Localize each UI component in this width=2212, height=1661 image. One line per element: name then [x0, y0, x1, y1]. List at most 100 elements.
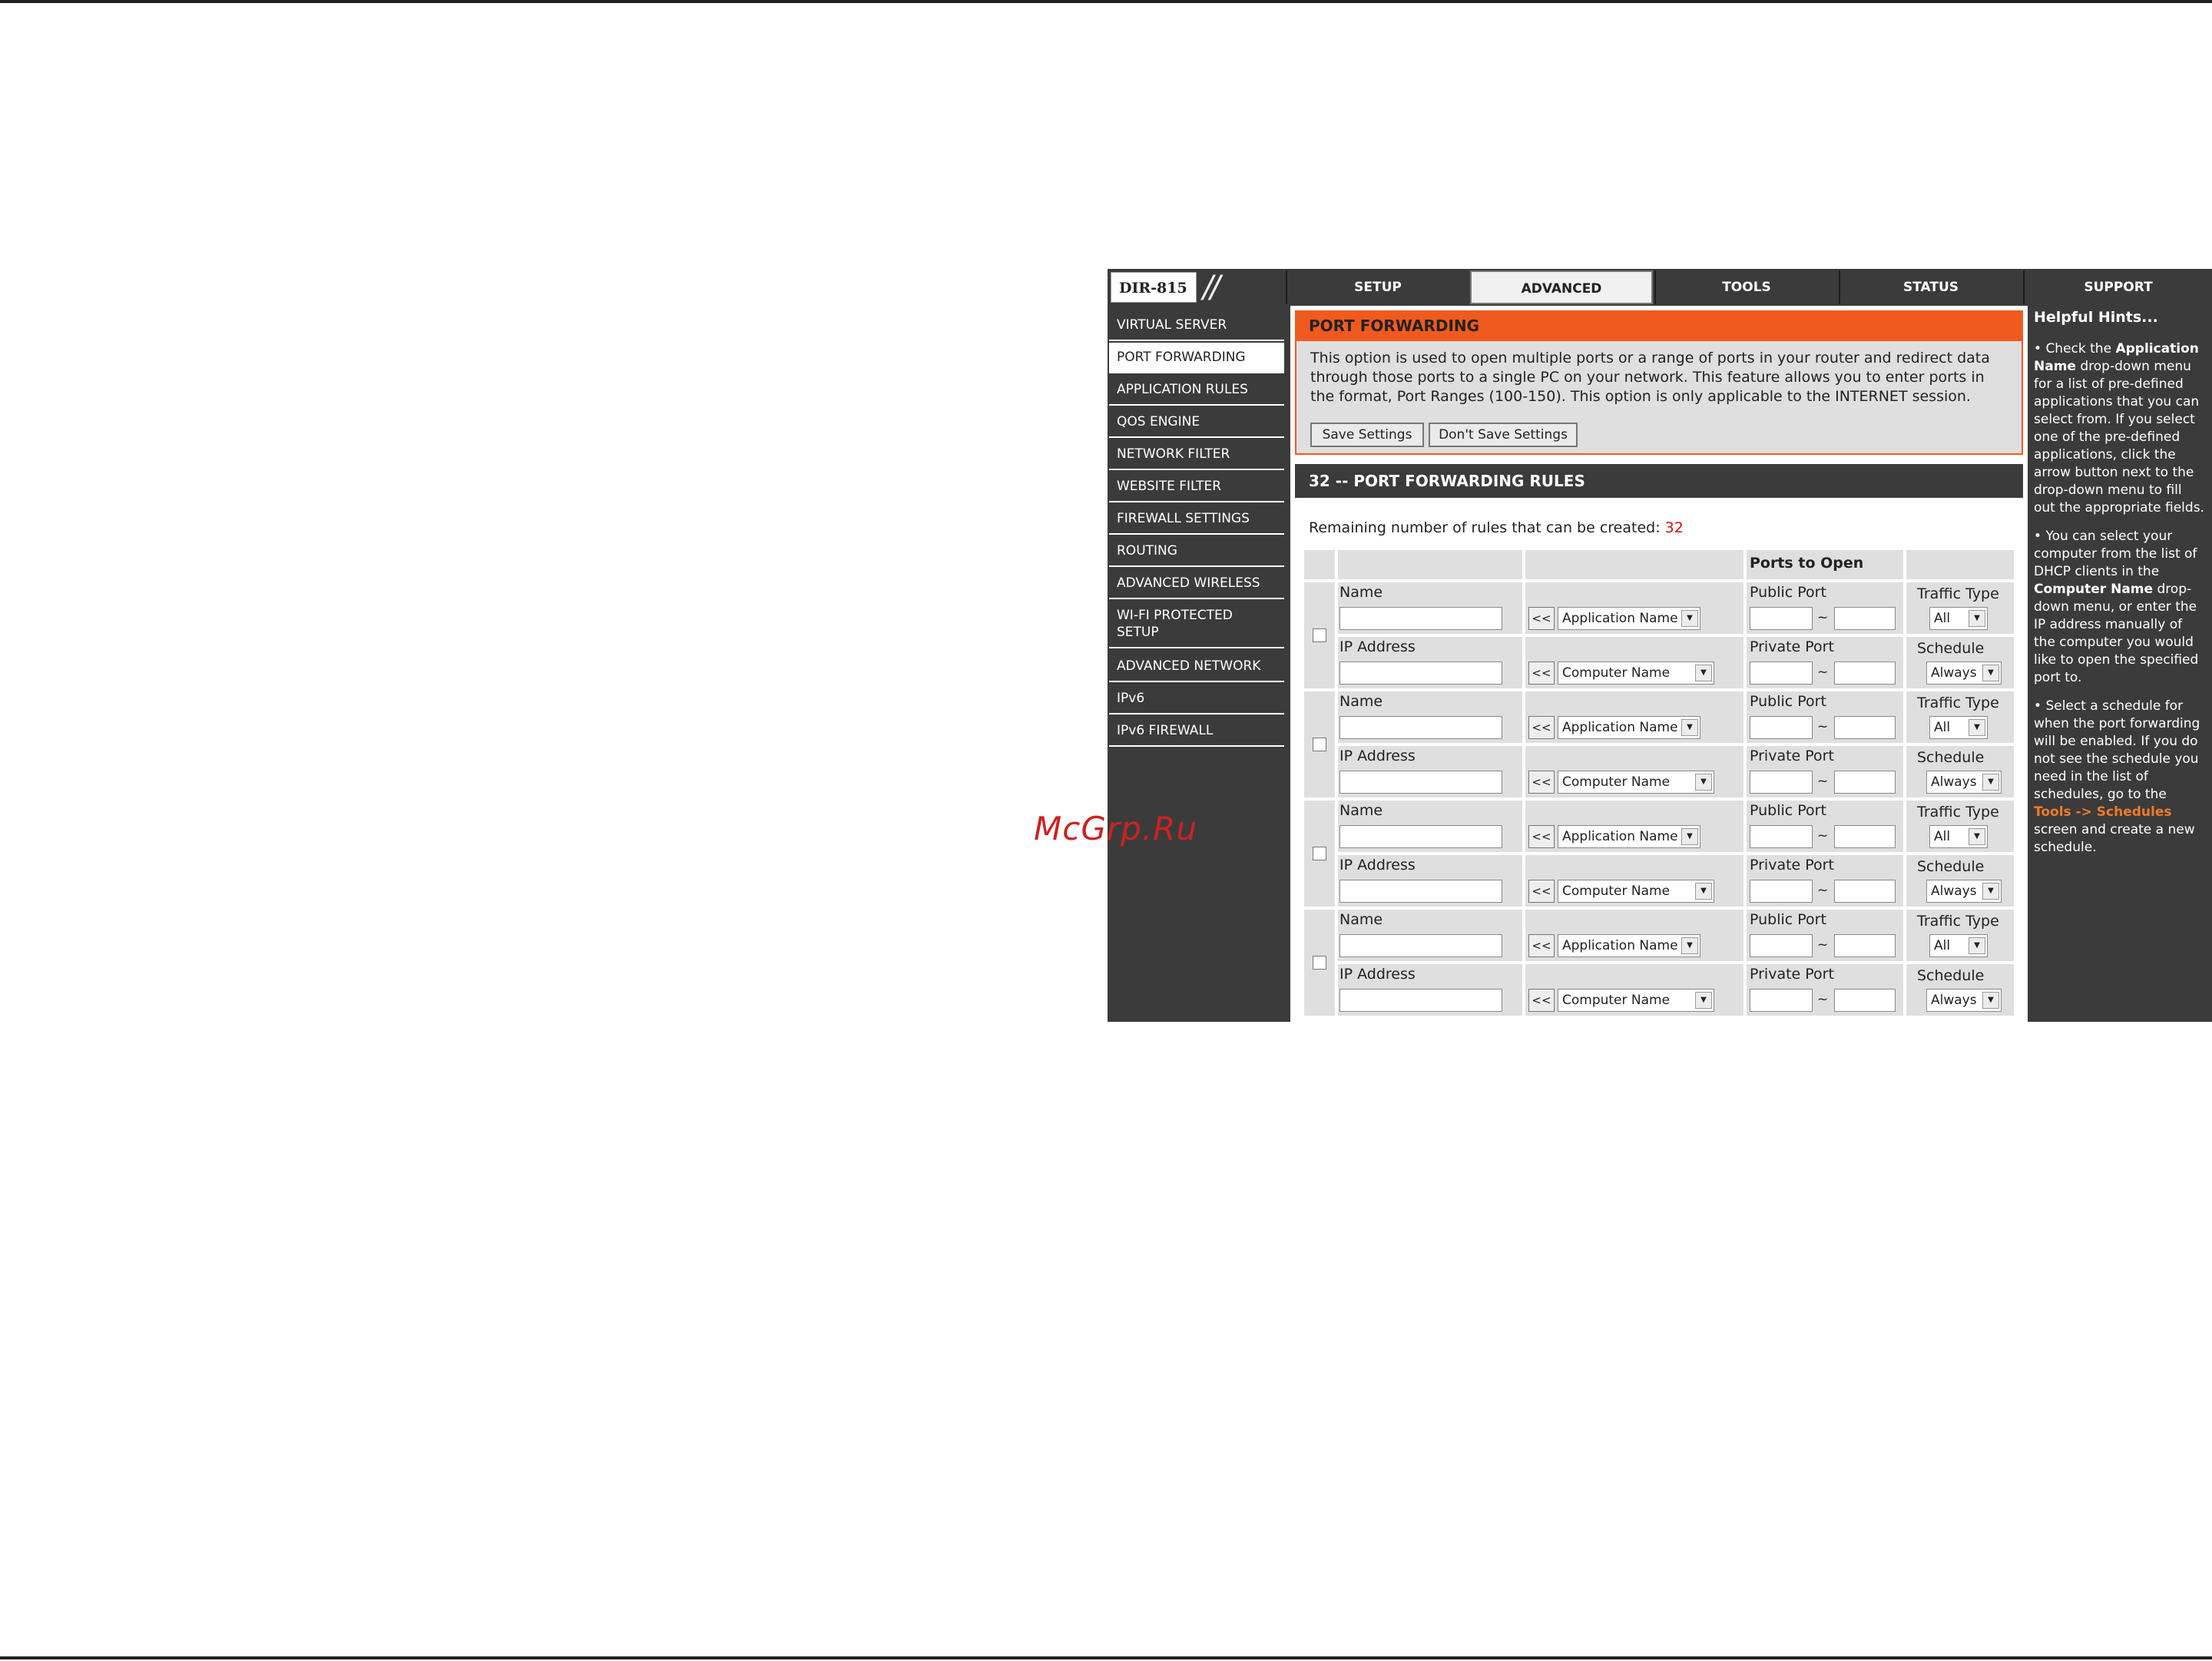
- computer-name-select[interactable]: Computer Name ▼: [1558, 880, 1714, 903]
- application-name-select-value: Application Name: [1562, 938, 1678, 953]
- computer-name-select[interactable]: Computer Name ▼: [1558, 661, 1714, 685]
- name-input[interactable]: [1339, 607, 1502, 630]
- bottom-rule: [0, 1656, 2212, 1659]
- fill-application-button[interactable]: <<: [1528, 825, 1555, 848]
- name-input[interactable]: [1339, 716, 1502, 739]
- private-port-start-input[interactable]: [1750, 661, 1813, 685]
- private-port-label: Private Port: [1750, 638, 1834, 655]
- router-admin-window: DIR-815 // SETUP ADVANCED TOOLS STATUS S…: [1108, 269, 2212, 1022]
- sidebar-item-firewall-settings[interactable]: FIREWALL SETTINGS: [1109, 504, 1284, 535]
- logo-slashes: //: [1203, 270, 1220, 305]
- public-port-start-input[interactable]: [1750, 607, 1813, 630]
- sidebar-item-ipv6-firewall[interactable]: IPv6 FIREWALL: [1109, 716, 1284, 747]
- private-port-end-input[interactable]: [1834, 771, 1896, 794]
- schedule-select[interactable]: Always ▼: [1926, 880, 2002, 903]
- sidebar-item-qos-engine[interactable]: QOS ENGINE: [1109, 407, 1284, 438]
- sidebar-item-routing[interactable]: ROUTING: [1109, 536, 1284, 567]
- private-port-end-input[interactable]: [1834, 989, 1896, 1012]
- sidebar-item-application-rules[interactable]: APPLICATION RULES: [1109, 375, 1284, 406]
- rule-enable-checkbox[interactable]: [1313, 956, 1326, 970]
- tab-tools[interactable]: TOOLS: [1654, 270, 1837, 304]
- public-port-start-input[interactable]: [1750, 825, 1813, 848]
- private-port-end-input[interactable]: [1834, 661, 1896, 685]
- ip-address-input[interactable]: [1339, 989, 1502, 1012]
- tab-status[interactable]: STATUS: [1839, 270, 2022, 304]
- fill-application-button[interactable]: <<: [1528, 934, 1555, 957]
- tools-schedules-link[interactable]: Tools -> Schedules: [2034, 804, 2171, 820]
- application-name-select[interactable]: Application Name ▼: [1558, 934, 1700, 957]
- fill-computer-button[interactable]: <<: [1528, 880, 1555, 903]
- private-port-start-input[interactable]: [1750, 880, 1813, 903]
- rule-option-cell: Schedule Always ▼: [1906, 746, 2014, 797]
- schedule-label: Schedule: [1917, 749, 1985, 766]
- header-cell: Ports to Open: [1747, 550, 1903, 579]
- traffic-type-select[interactable]: All ▼: [1929, 716, 1988, 739]
- ip-address-input[interactable]: [1339, 880, 1502, 903]
- range-separator: ~: [1817, 719, 1829, 734]
- sidebar-item-virtual-server[interactable]: VIRTUAL SERVER: [1109, 310, 1284, 341]
- computer-name-select[interactable]: Computer Name ▼: [1558, 989, 1714, 1012]
- sidebar-item-wifi-protected-setup[interactable]: WI-FI PROTECTED SETUP: [1109, 601, 1284, 648]
- public-port-end-input[interactable]: [1834, 716, 1896, 739]
- private-port-start-input[interactable]: [1750, 989, 1813, 1012]
- traffic-type-select-value: All: [1934, 720, 1951, 735]
- computer-name-select-value: Computer Name: [1562, 884, 1671, 899]
- application-name-select[interactable]: Application Name ▼: [1558, 716, 1700, 739]
- public-port-end-input[interactable]: [1834, 934, 1896, 957]
- application-name-select[interactable]: Application Name ▼: [1558, 607, 1700, 630]
- ip-address-input[interactable]: [1339, 771, 1502, 794]
- rule-field-cell: Name: [1338, 910, 1522, 961]
- traffic-type-select[interactable]: All ▼: [1929, 607, 1988, 630]
- public-port-end-input[interactable]: [1834, 607, 1896, 630]
- sidebar-item-network-filter[interactable]: NETWORK FILTER: [1109, 439, 1284, 470]
- schedule-label: Schedule: [1917, 967, 1985, 984]
- fill-computer-button[interactable]: <<: [1528, 989, 1555, 1012]
- tab-support[interactable]: SUPPORT: [2023, 270, 2212, 304]
- fill-application-button[interactable]: <<: [1528, 716, 1555, 739]
- private-port-end-input[interactable]: [1834, 880, 1896, 903]
- sidebar-item-website-filter[interactable]: WEBSITE FILTER: [1109, 472, 1284, 502]
- private-port-start-input[interactable]: [1750, 771, 1813, 794]
- sidebar-item-ipv6[interactable]: IPv6: [1109, 684, 1284, 714]
- range-separator: ~: [1817, 665, 1829, 680]
- chevron-down-icon: ▼: [1695, 665, 1712, 681]
- sidebar-item-port-forwarding[interactable]: PORT FORWARDING: [1109, 343, 1284, 373]
- public-port-start-input[interactable]: [1750, 934, 1813, 957]
- sidebar-item-advanced-wireless[interactable]: ADVANCED WIRELESS: [1109, 569, 1284, 599]
- rule-checkbox-cell: [1304, 582, 1335, 688]
- ip-address-input[interactable]: [1339, 661, 1502, 685]
- rule-select-cell: << Application Name ▼: [1525, 691, 1743, 743]
- model-name: DIR-815: [1111, 272, 1197, 303]
- application-name-select[interactable]: Application Name ▼: [1558, 825, 1700, 848]
- computer-name-select[interactable]: Computer Name ▼: [1558, 771, 1714, 794]
- name-input[interactable]: [1339, 934, 1502, 957]
- public-port-end-input[interactable]: [1834, 825, 1896, 848]
- traffic-type-label: Traffic Type: [1917, 804, 1999, 821]
- fill-application-button[interactable]: <<: [1528, 607, 1555, 630]
- header-cell: [1906, 550, 2014, 579]
- schedule-select[interactable]: Always ▼: [1926, 771, 2002, 794]
- rule-enable-checkbox[interactable]: [1313, 738, 1326, 751]
- traffic-type-label: Traffic Type: [1917, 913, 1999, 930]
- traffic-type-select[interactable]: All ▼: [1929, 934, 1988, 957]
- rule-option-cell: Traffic Type All ▼: [1906, 582, 2014, 634]
- traffic-type-select[interactable]: All ▼: [1929, 825, 1988, 848]
- rule-enable-checkbox[interactable]: [1313, 847, 1326, 860]
- rules-title: 32 -- PORT FORWARDING RULES: [1295, 464, 2023, 498]
- range-separator: ~: [1817, 937, 1829, 953]
- fill-computer-button[interactable]: <<: [1528, 771, 1555, 794]
- public-port-start-input[interactable]: [1750, 716, 1813, 739]
- sidebar-item-advanced-network[interactable]: ADVANCED NETWORK: [1109, 651, 1284, 682]
- schedule-select[interactable]: Always ▼: [1926, 661, 2002, 685]
- fill-computer-button[interactable]: <<: [1528, 661, 1555, 685]
- computer-name-select-value: Computer Name: [1562, 774, 1671, 790]
- save-settings-button[interactable]: Save Settings: [1310, 423, 1424, 447]
- rule-enable-checkbox[interactable]: [1313, 628, 1326, 642]
- tab-advanced[interactable]: ADVANCED: [1470, 270, 1653, 304]
- tab-setup[interactable]: SETUP: [1286, 270, 1469, 304]
- name-input[interactable]: [1339, 825, 1502, 848]
- rule-field-cell: IP Address: [1338, 746, 1522, 797]
- dont-save-settings-button[interactable]: Don't Save Settings: [1429, 423, 1578, 447]
- rule-field-cell: Name: [1338, 691, 1522, 743]
- schedule-select[interactable]: Always ▼: [1926, 989, 2002, 1012]
